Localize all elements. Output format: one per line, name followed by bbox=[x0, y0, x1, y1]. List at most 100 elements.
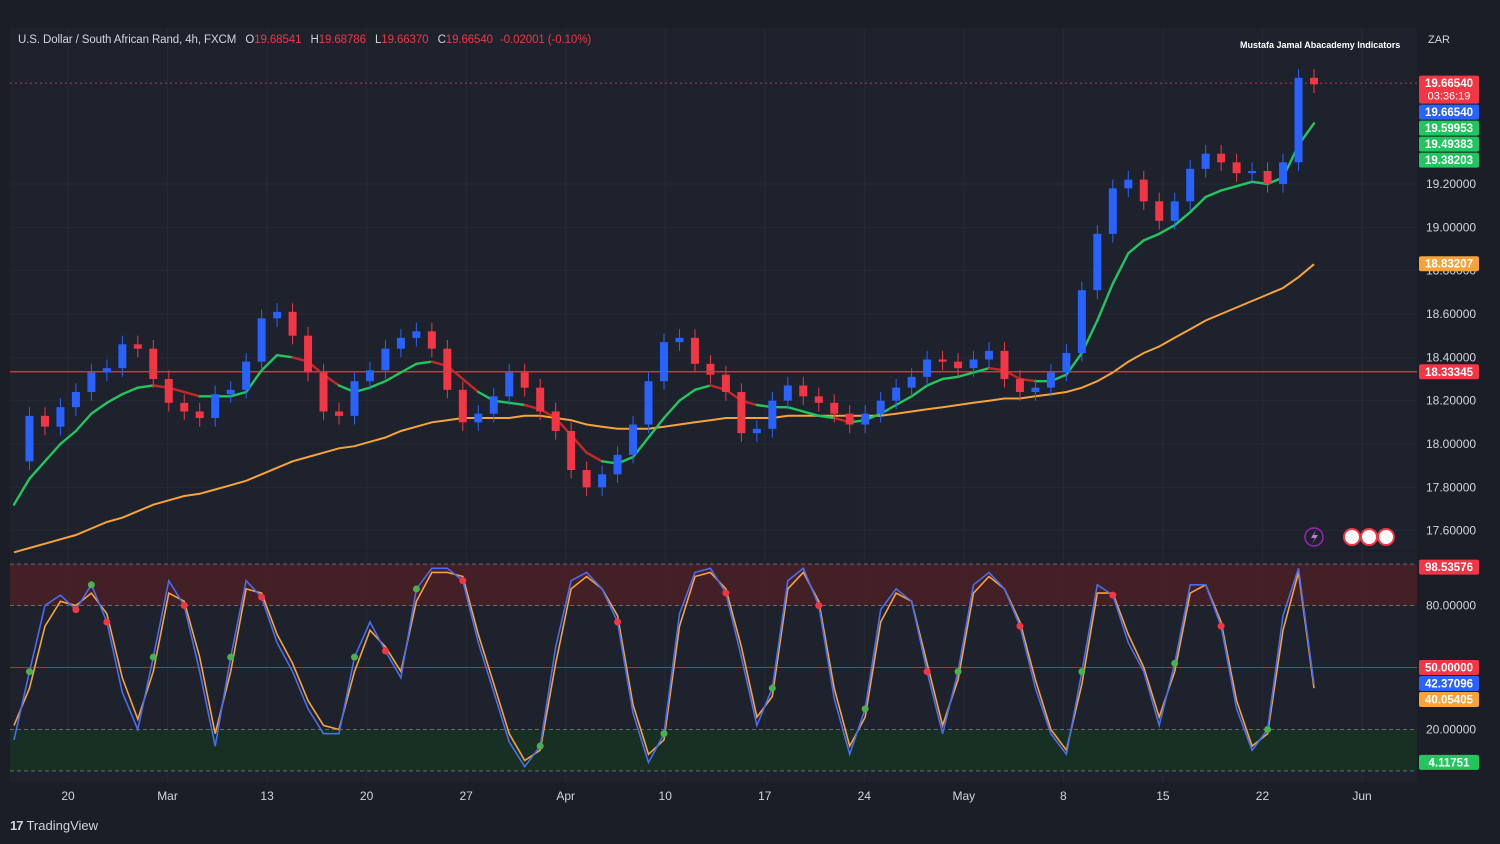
stoch-cross-up-marker bbox=[954, 668, 962, 676]
high-value: 19.68786 bbox=[318, 34, 366, 46]
candle-body bbox=[907, 376, 916, 388]
stoch-cross-down-marker bbox=[722, 589, 730, 597]
candle-body bbox=[71, 392, 80, 408]
stoch-cross-down-marker bbox=[72, 606, 80, 614]
stoch-cross-down-marker bbox=[1109, 591, 1117, 599]
candle-body bbox=[830, 402, 839, 414]
flag-icon[interactable] bbox=[1343, 528, 1361, 546]
time-tick-label: 20 bbox=[360, 789, 374, 803]
price-tick-label: 17.60000 bbox=[1426, 524, 1476, 538]
candle-body bbox=[40, 415, 49, 427]
candle-body bbox=[985, 350, 993, 360]
price-label-text: 50.00000 bbox=[1425, 663, 1473, 675]
candle-body bbox=[257, 318, 266, 362]
price-label-countdown: 03:36:19 bbox=[1428, 91, 1471, 103]
stoch-cross-up-marker bbox=[861, 705, 869, 713]
price-tick-label: 17.80000 bbox=[1426, 480, 1476, 494]
price-label-text: 98.53576 bbox=[1425, 562, 1473, 574]
candle-body bbox=[1294, 77, 1303, 163]
stoch-cross-up-marker bbox=[660, 730, 668, 738]
tradingview-logo-mark: 17 bbox=[10, 818, 24, 833]
price-label-text: 4.11751 bbox=[1429, 757, 1471, 769]
candle-body bbox=[1031, 387, 1040, 392]
candle-body bbox=[1310, 77, 1318, 85]
candle-body bbox=[1093, 233, 1102, 291]
candle-body bbox=[1077, 290, 1086, 353]
symbol-header[interactable]: U.S. Dollar / South African Rand, 4h, FX… bbox=[18, 34, 591, 46]
time-tick-label: 8 bbox=[1060, 789, 1067, 803]
close-label: C bbox=[437, 34, 446, 46]
time-tick-label: Mar bbox=[157, 789, 178, 803]
candle-body bbox=[675, 337, 684, 343]
candle-body bbox=[613, 454, 622, 475]
candle-body bbox=[799, 385, 808, 397]
candle-body bbox=[737, 392, 746, 434]
stoch-tick-label: 20.00000 bbox=[1426, 723, 1476, 737]
stoch-cross-up-marker bbox=[227, 653, 235, 661]
candle-body bbox=[721, 374, 730, 392]
stoch-cross-up-marker bbox=[536, 742, 544, 750]
change-value: -0.02001 (-0.10%) bbox=[500, 34, 592, 46]
price-tick-label: 18.40000 bbox=[1426, 350, 1476, 364]
time-tick-label: 22 bbox=[1256, 789, 1270, 803]
symbol-title: U.S. Dollar / South African Rand, 4h, FX… bbox=[18, 34, 237, 46]
candle-body bbox=[149, 348, 158, 379]
close-value: 19.66540 bbox=[445, 34, 493, 46]
candle-body bbox=[1000, 350, 1009, 379]
tradingview-logo[interactable]: 17 TradingView bbox=[10, 818, 98, 833]
candle-body bbox=[814, 396, 823, 403]
time-tick-label: Jun bbox=[1352, 789, 1371, 803]
price-panel-bg bbox=[10, 28, 1417, 550]
candle-body bbox=[706, 363, 715, 375]
time-tick-label: May bbox=[953, 789, 976, 803]
candle-body bbox=[211, 394, 220, 418]
flag-icon[interactable] bbox=[1360, 528, 1378, 546]
time-tick-label: 27 bbox=[459, 789, 473, 803]
price-tick-label: 18.20000 bbox=[1426, 394, 1476, 408]
stoch-cross-down-marker bbox=[614, 618, 622, 626]
time-tick-label: 17 bbox=[758, 789, 772, 803]
time-tick-label: 13 bbox=[260, 789, 274, 803]
candle-body bbox=[304, 335, 313, 373]
candle-body bbox=[1108, 188, 1117, 234]
price-label-text: 19.66540 bbox=[1425, 78, 1473, 90]
candle-body bbox=[660, 342, 668, 382]
open-label: O bbox=[245, 34, 255, 46]
candle-body bbox=[567, 431, 576, 470]
time-tick-label: 15 bbox=[1156, 789, 1170, 803]
stoch-cross-up-marker bbox=[87, 581, 95, 589]
currency-label[interactable]: ZAR bbox=[1428, 34, 1450, 46]
time-tick-label: 10 bbox=[659, 789, 673, 803]
candle-body bbox=[582, 470, 591, 488]
stoch-cross-down-marker bbox=[815, 601, 823, 609]
candle-body bbox=[629, 424, 638, 455]
candle-body bbox=[1170, 201, 1179, 221]
candle-body bbox=[1155, 201, 1164, 221]
indicator-title[interactable]: Mustafa Jamal Abacademy Indicators bbox=[1240, 40, 1400, 50]
candle-body bbox=[1062, 353, 1071, 373]
candle-body bbox=[133, 344, 142, 349]
stoch-cross-down-marker bbox=[1217, 622, 1225, 630]
price-tick-label: 18.00000 bbox=[1426, 437, 1476, 451]
candle-body bbox=[892, 387, 901, 401]
stoch-cross-up-marker bbox=[25, 668, 33, 676]
stoch-cross-down-marker bbox=[180, 601, 188, 609]
stoch-cross-up-marker bbox=[149, 653, 157, 661]
flag-icon[interactable] bbox=[1377, 528, 1395, 546]
stoch-cross-down-marker bbox=[381, 647, 389, 655]
candle-body bbox=[474, 413, 483, 423]
stoch-cross-up-marker bbox=[1078, 668, 1086, 676]
stoch-cross-up-marker bbox=[1264, 726, 1272, 734]
chart-canvas[interactable]: 17.60000 17.80000 18.00000 18.20000 18.40000… bbox=[0, 0, 1500, 844]
candle-body bbox=[489, 396, 498, 414]
high-label: H bbox=[310, 34, 319, 46]
candle-body bbox=[752, 428, 761, 434]
stoch-cross-up-marker bbox=[768, 684, 776, 692]
candle-body bbox=[1248, 171, 1257, 174]
oversold-zone bbox=[10, 729, 1417, 771]
candle-body bbox=[1217, 153, 1226, 163]
candle-body bbox=[381, 348, 390, 371]
candle-body bbox=[226, 389, 235, 395]
time-tick-label: 24 bbox=[858, 789, 872, 803]
candle-body bbox=[56, 407, 65, 427]
